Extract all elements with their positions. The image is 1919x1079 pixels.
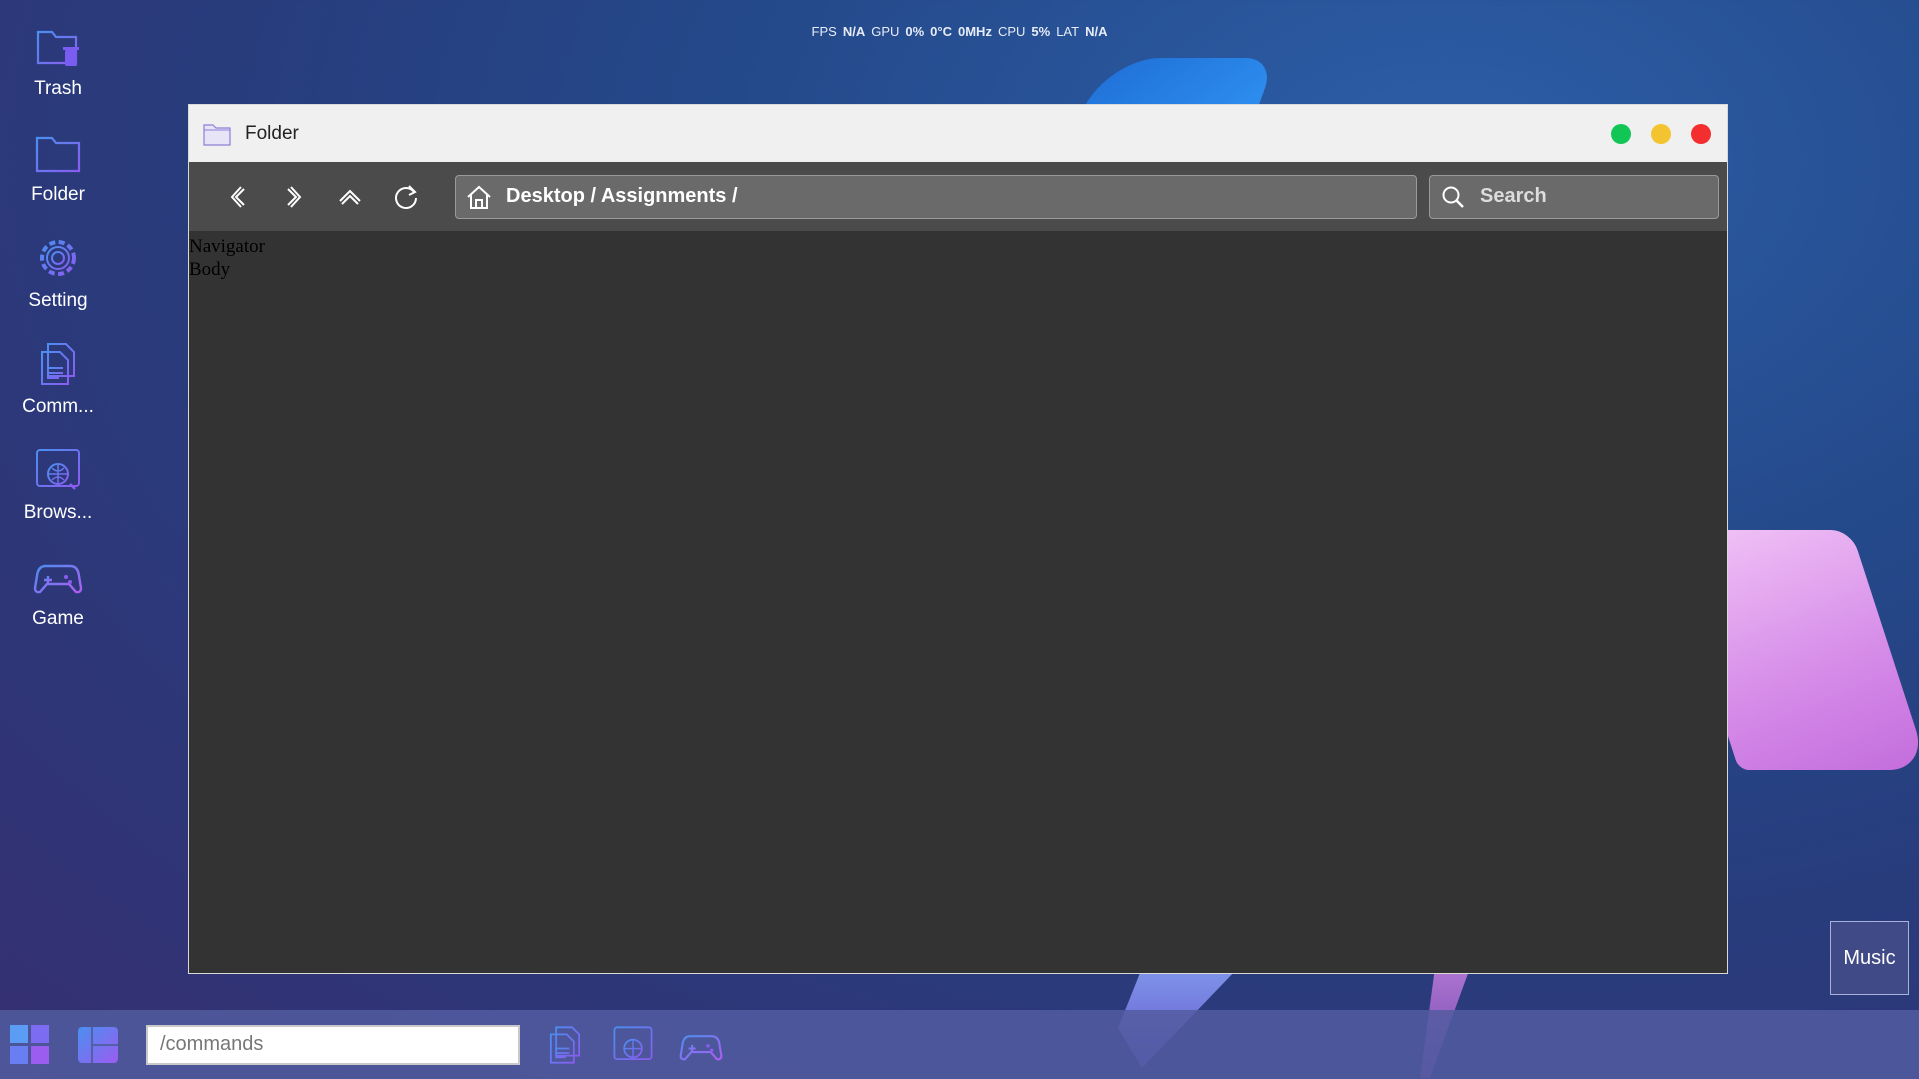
desktop-icon-label: Folder [31, 184, 85, 205]
window-titlebar[interactable]: Folder [189, 105, 1727, 162]
search-box[interactable] [1429, 174, 1719, 219]
back-button[interactable] [223, 182, 253, 212]
fps-value: N/A [842, 24, 866, 39]
gamepad-icon[interactable] [678, 1022, 724, 1068]
gpu-temp: 0°C [930, 24, 952, 39]
desktop-icon-label: Brows... [23, 502, 93, 523]
home-icon [467, 185, 491, 209]
desktop-icon-setting[interactable]: Setting [12, 232, 104, 338]
document-icon[interactable] [542, 1022, 588, 1068]
folder-icon [35, 136, 81, 173]
gear-icon [40, 240, 76, 276]
path-text: Desktop / Assignments / [506, 185, 738, 207]
window-body: Navigator Body [189, 231, 1727, 281]
command-input[interactable] [146, 1024, 520, 1065]
minimize-button[interactable] [1651, 123, 1671, 144]
cpu-util: 5% [1031, 24, 1051, 39]
desktop-icon-label: Comm... [22, 396, 94, 417]
refresh-button[interactable] [391, 182, 421, 212]
taskbar [0, 1010, 1919, 1079]
navigator-toolbar: Desktop / Assignments / [189, 162, 1727, 231]
search-input[interactable] [1480, 185, 1710, 208]
navigator-text: Navigator [189, 236, 265, 257]
gpu-clock: 0MHz [958, 24, 992, 39]
maximize-button[interactable] [1611, 123, 1631, 144]
forward-button[interactable] [279, 182, 309, 212]
music-button[interactable]: Music [1830, 921, 1909, 995]
cpu-label: CPU [997, 24, 1026, 39]
up-button[interactable] [335, 182, 365, 212]
fps-label: FPS [811, 24, 837, 39]
performance-status-bar: FPS N/A GPU 0% 0°C 0MHz CPU 5% LAT N/A [0, 24, 1919, 39]
gpu-label: GPU [871, 24, 900, 39]
folder-window: Folder Desktop / Assignments / Navigator… [188, 104, 1728, 974]
app-grid-icon[interactable] [78, 1025, 118, 1065]
desktop-icon-trash[interactable]: Trash [12, 20, 104, 126]
lat-value: N/A [1085, 24, 1108, 39]
browser-globe-icon [36, 449, 80, 490]
desktop-icon-game[interactable]: Game [12, 550, 104, 656]
desktop-icon-label: Game [32, 608, 84, 629]
desktop-icon-commands[interactable]: Comm... [12, 338, 104, 444]
path-bar[interactable]: Desktop / Assignments / [455, 174, 1417, 219]
window-title: Folder [245, 122, 299, 144]
start-menu-icon[interactable] [10, 1024, 50, 1065]
close-button[interactable] [1691, 123, 1711, 144]
lat-label: LAT [1056, 24, 1080, 39]
chevron-up-icon [339, 189, 361, 205]
refresh-icon [395, 184, 417, 209]
chevron-left-icon [230, 185, 245, 208]
desktop-icon-label: Setting [28, 290, 88, 311]
chevron-right-icon [287, 185, 302, 208]
search-icon [1442, 186, 1464, 208]
body-text: Body [189, 259, 231, 280]
gamepad-icon [33, 560, 83, 594]
folder-icon [203, 123, 231, 146]
document-icon [41, 343, 75, 385]
desktop-icon-browser[interactable]: Brows... [12, 444, 104, 550]
gpu-util: 0% [905, 24, 925, 39]
desktop-icons: Trash Folder Setting Comm... Brows... Ga… [12, 20, 104, 656]
desktop-icon-folder[interactable]: Folder [12, 126, 104, 232]
trash-folder-icon [36, 30, 79, 66]
desktop-icon-label: Trash [34, 78, 82, 99]
browser-globe-icon[interactable] [610, 1022, 656, 1068]
